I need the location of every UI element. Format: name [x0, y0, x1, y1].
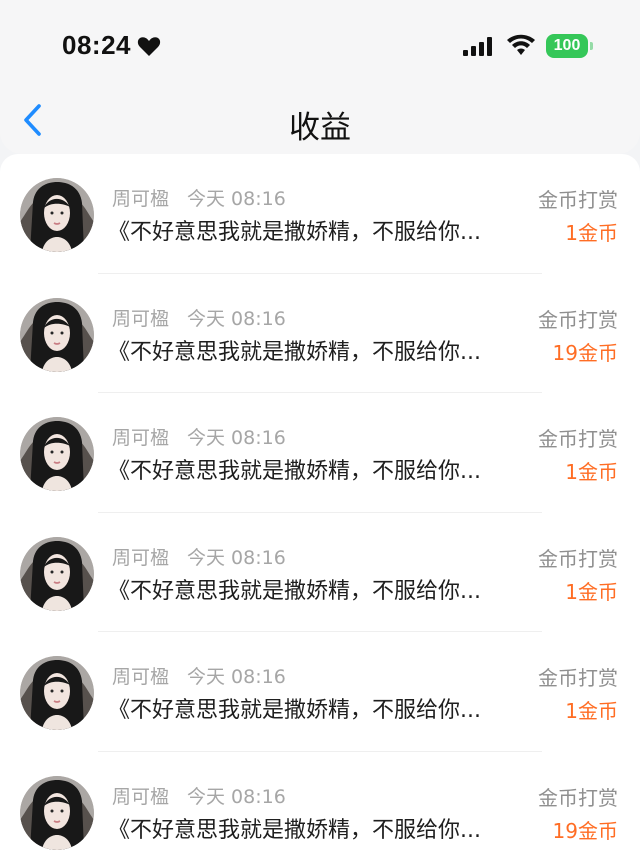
record-message: 《不好意思我就是撒娇精，不服给你... [108, 339, 481, 365]
record-time: 今天 08:16 [187, 666, 286, 688]
reward-type: 金币打赏 [538, 188, 618, 212]
reward-amount: 19金币 [552, 340, 618, 365]
avatar[interactable] [20, 297, 94, 372]
reward-amount: 1金币 [565, 699, 618, 723]
record-meta: 周可楹 今天 08:16 [112, 782, 286, 809]
reward-amount: 1金币 [565, 579, 618, 604]
battery-tip [590, 42, 593, 50]
reward-amount: 19金币 [552, 818, 618, 843]
record-message: 《不好意思我就是撒娇精，不服给你... [108, 578, 481, 604]
record-meta: 周可楹 今天 08:16 [112, 543, 286, 570]
earnings-list: 周可楹 今天 08:16 《不好意思我就是撒娇精，不服给你... 金币打赏 1金… [0, 154, 640, 864]
reward-amount: 1金币 [565, 460, 618, 484]
screen: 08:24 100 收益 周可楹 今天 08:16 《不好意思我就是撒娇精，不服… [0, 0, 640, 864]
sender-name: 周可楹 [112, 546, 170, 569]
reward-amount: 1金币 [565, 221, 618, 245]
avatar[interactable] [20, 656, 94, 730]
record-time: 今天 08:16 [187, 188, 286, 210]
wifi-icon [507, 34, 535, 55]
reward-type: 金币打赏 [538, 546, 618, 571]
reward-type: 金币打赏 [538, 427, 618, 451]
record-message: 《不好意思我就是撒娇精，不服给你... [108, 220, 481, 245]
sender-name: 周可楹 [112, 188, 170, 210]
avatar[interactable] [20, 417, 94, 491]
reward-type: 金币打赏 [538, 666, 618, 690]
record-meta: 周可楹 今天 08:16 [112, 662, 286, 689]
sender-name: 周可楹 [112, 307, 170, 330]
navigation-bar: 收益 [0, 92, 640, 154]
record-message: 《不好意思我就是撒娇精，不服给你... [108, 459, 481, 484]
earning-record-row[interactable]: 周可楹 今天 08:16 《不好意思我就是撒娇精，不服给你... 金币打赏 1金… [0, 632, 640, 752]
avatar[interactable] [20, 178, 94, 252]
earning-record-row[interactable]: 周可楹 今天 08:16 《不好意思我就是撒娇精，不服给你... 金币打赏 1金… [0, 154, 640, 274]
avatar[interactable] [20, 775, 94, 850]
sender-name: 周可楹 [112, 427, 170, 449]
sender-name: 周可楹 [112, 785, 170, 808]
avatar[interactable] [20, 536, 94, 611]
record-meta: 周可楹 今天 08:16 [112, 184, 286, 211]
record-time: 今天 08:16 [187, 427, 286, 449]
reward-type: 金币打赏 [538, 785, 618, 810]
status-time-group: 08:24 [62, 30, 161, 61]
sender-name: 周可楹 [112, 666, 170, 688]
record-meta: 周可楹 今天 08:16 [112, 304, 286, 331]
status-icons: 100 [462, 34, 593, 58]
reward-type: 金币打赏 [538, 307, 618, 332]
earning-record-row[interactable]: 周可楹 今天 08:16 《不好意思我就是撒娇精，不服给你... 金币打赏 19… [0, 752, 640, 864]
earning-record-row[interactable]: 周可楹 今天 08:16 《不好意思我就是撒娇精，不服给你... 金币打赏 1金… [0, 393, 640, 513]
record-message: 《不好意思我就是撒娇精，不服给你... [108, 698, 481, 723]
battery-icon: 100 [546, 34, 593, 58]
page-title: 收益 [289, 110, 351, 146]
record-meta: 周可楹 今天 08:16 [112, 423, 286, 450]
record-time: 今天 08:16 [187, 785, 286, 808]
status-bar: 08:24 100 [0, 0, 640, 92]
battery-level: 100 [553, 37, 581, 54]
signal-icon [463, 37, 492, 56]
earning-record-row[interactable]: 周可楹 今天 08:16 《不好意思我就是撒娇精，不服给你... 金币打赏 19… [0, 274, 640, 393]
record-message: 《不好意思我就是撒娇精，不服给你... [108, 817, 481, 843]
record-time: 今天 08:16 [187, 307, 286, 330]
status-time: 08:24 [62, 30, 131, 60]
record-time: 今天 08:16 [187, 546, 286, 569]
heart-icon [137, 36, 161, 56]
earning-record-row[interactable]: 周可楹 今天 08:16 《不好意思我就是撒娇精，不服给你... 金币打赏 1金… [0, 513, 640, 632]
